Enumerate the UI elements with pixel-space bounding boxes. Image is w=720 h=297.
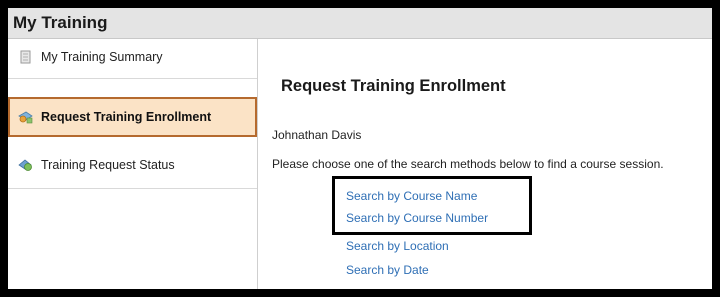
search-by-course-number-link[interactable]: Search by Course Number: [346, 211, 488, 225]
sidebar-item-request-training-enrollment[interactable]: Request Training Enrollment: [8, 97, 257, 137]
sidebar: My Training Summary Request Training Enr…: [8, 39, 258, 289]
highlight-box: [332, 176, 532, 235]
section-heading: Request Training Enrollment: [281, 77, 506, 95]
instructions-text: Please choose one of the search methods …: [272, 157, 664, 171]
user-name: Johnathan Davis: [272, 128, 362, 142]
app-frame: My Training My Training Summary Request …: [8, 8, 712, 289]
page-title: My Training: [13, 13, 108, 32]
search-by-location-link[interactable]: Search by Location: [346, 239, 449, 253]
enrollment-icon: [18, 111, 33, 124]
sidebar-item-label: My Training Summary: [41, 50, 163, 64]
sidebar-divider: [8, 188, 257, 189]
sidebar-item-my-training-summary[interactable]: My Training Summary: [8, 39, 257, 79]
search-by-course-name-link[interactable]: Search by Course Name: [346, 189, 477, 203]
sidebar-item-label: Training Request Status: [41, 158, 175, 172]
search-by-date-link[interactable]: Search by Date: [346, 263, 429, 277]
sidebar-item-training-request-status[interactable]: Training Request Status: [8, 145, 257, 188]
document-icon: [20, 50, 31, 64]
status-icon: [18, 159, 32, 171]
sidebar-item-label: Request Training Enrollment: [41, 110, 212, 124]
main-content: Request Training Enrollment Johnathan Da…: [258, 39, 712, 289]
title-bar: My Training: [8, 8, 712, 39]
